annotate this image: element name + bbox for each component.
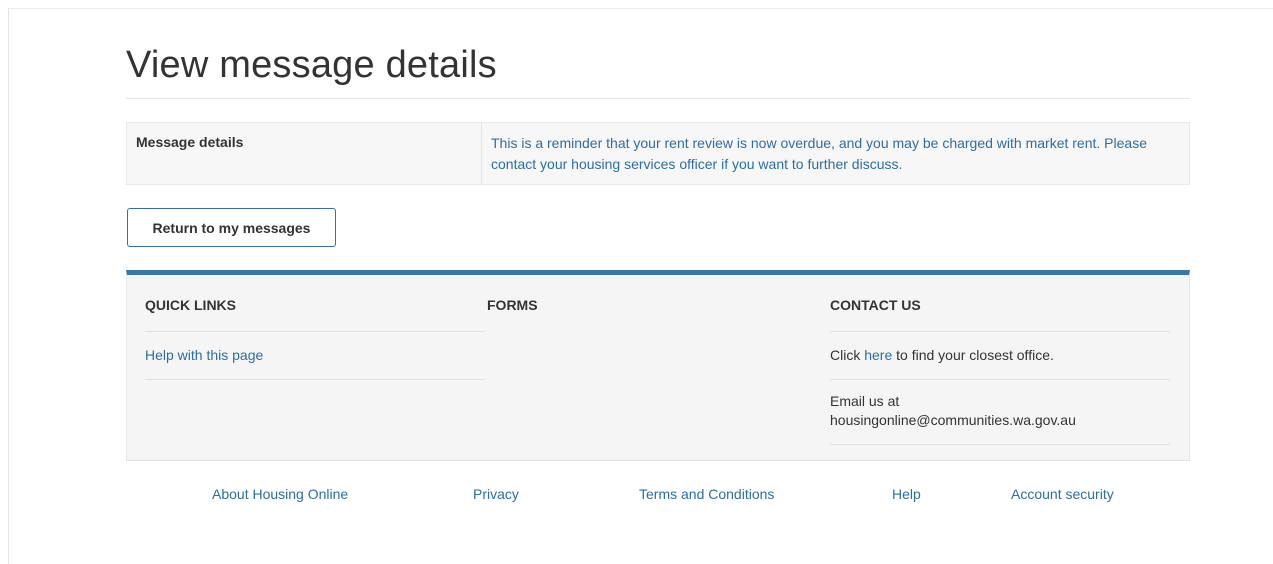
forms-heading: FORMS [487,297,538,313]
footer-panel: QUICK LINKS Help with this page FORMS CO… [126,270,1190,461]
quick-links-column: QUICK LINKS Help with this page [145,275,485,380]
contact-heading: CONTACT US [830,275,1170,332]
privacy-link[interactable]: Privacy [473,486,519,502]
office-suffix-text: to find your closest office. [892,347,1054,363]
message-details-text: This is a reminder that your rent review… [491,135,1147,172]
title-divider [126,98,1190,99]
help-with-this-page-link[interactable]: Help with this page [145,347,263,363]
message-details-label: Message details [127,123,482,184]
account-security-link[interactable]: Account security [1011,486,1114,502]
help-link[interactable]: Help [892,486,921,502]
closest-office-link[interactable]: here [864,347,892,363]
quick-link-item: Help with this page [145,332,485,380]
closest-office-item: Click here to find your closest office. [830,332,1170,380]
terms-and-conditions-link[interactable]: Terms and Conditions [639,486,774,502]
quick-links-heading: QUICK LINKS [145,275,485,332]
message-details-table: Message details This is a reminder that … [126,122,1190,185]
contact-column: CONTACT US Click here to find your close… [830,275,1170,445]
bottom-nav: About Housing Online Privacy Terms and C… [0,486,1273,506]
office-prefix-text: Click [830,347,865,363]
about-housing-online-link[interactable]: About Housing Online [212,486,348,502]
page-title: View message details [126,44,497,86]
email-address-text: housingonline@communities.wa.gov.au [830,412,1076,428]
return-to-messages-button[interactable]: Return to my messages [127,208,336,247]
forms-column: FORMS [487,275,827,331]
email-prefix-text: Email us at [830,393,900,409]
email-item: Email us at housingonline@communities.wa… [830,380,1170,445]
